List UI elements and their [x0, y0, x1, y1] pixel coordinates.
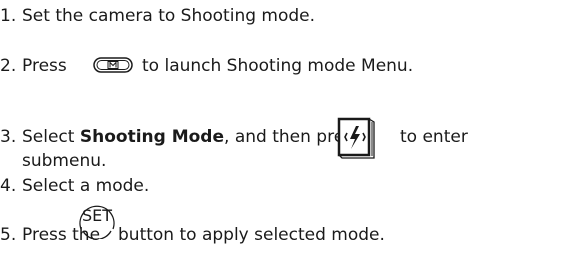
step-2: 2. Press: [0, 55, 67, 77]
step-text-wrap: submenu.: [22, 151, 107, 171]
step-text-after: to enter: [400, 127, 468, 147]
step-5-after: button to apply selected mode.: [118, 224, 385, 246]
step-text: Select a mode.: [22, 176, 150, 196]
menu-button-icon: [93, 57, 133, 73]
step-2-after: to launch Shooting mode Menu.: [142, 55, 413, 77]
step-text-after: to launch Shooting mode Menu.: [142, 56, 414, 76]
step-text-before: Select: [22, 127, 75, 147]
step-3-wrap: submenu.: [22, 150, 106, 172]
step-number: 1.: [0, 6, 17, 26]
step-number: 3.: [0, 127, 17, 147]
set-button-label: SET: [81, 206, 113, 225]
step-text-before: Press: [22, 56, 67, 76]
step-number: 2.: [0, 56, 17, 76]
step-number: 5.: [0, 225, 17, 245]
step-bold-text: Shooting Mode: [79, 127, 225, 147]
step-text-after: button to apply selected mode.: [118, 225, 385, 245]
step-3: 3. Select Shooting Mode, and then press: [0, 126, 362, 148]
set-button-icon: SET: [78, 201, 116, 239]
step-1: 1. Set the camera to Shooting mode.: [0, 5, 315, 27]
flash-button-icon: [337, 117, 377, 159]
step-3-after: to enter: [400, 126, 468, 148]
step-4: 4. Select a mode.: [0, 175, 149, 197]
step-number: 4.: [0, 176, 17, 196]
step-text: Set the camera to Shooting mode.: [22, 6, 316, 26]
